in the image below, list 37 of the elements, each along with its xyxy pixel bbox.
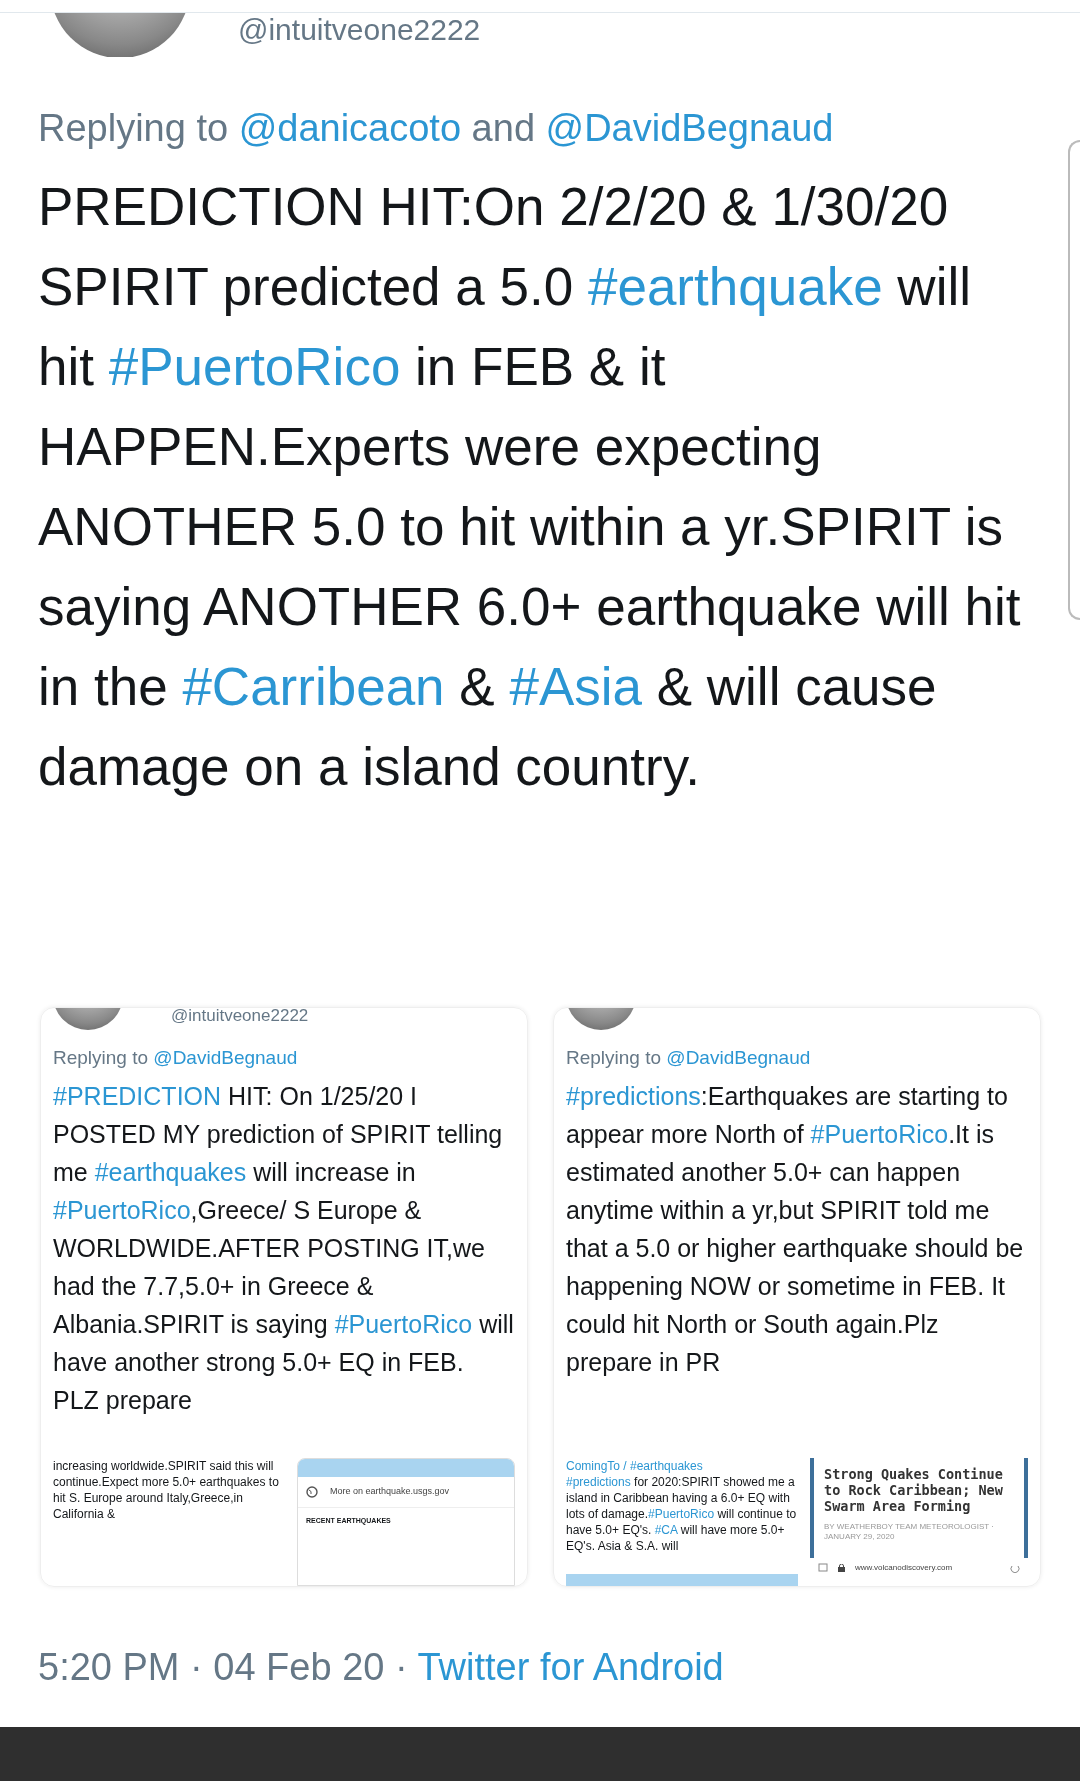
link-text[interactable]: More on earthquake.usgs.gov (330, 1485, 450, 1499)
hashtag-link[interactable]: ComingTo / #earthquakes (566, 1459, 703, 1473)
tweet-text: ComingTo / #earthquakes #predictions for 2020:SPIRIT showed me a island in Caribbean having a 6.0+ EQ with lots of damage.#PuertoRico will continue to have 5.0+ EQ's. #CA will have more 5.0+ EQ's. Asia & S.A. will (566, 1458, 798, 1554)
article-headline: Strong Quakes Continue to Rock Caribbean; New Swarm Area Forming (824, 1466, 1004, 1514)
url-text: www.volcanodiscovery.com (855, 1562, 953, 1574)
article-byline: BY WEATHERBOY TEAM METEOROLOGIST · JANUARY 29, 2020 (824, 1522, 995, 1542)
hashtag-link[interactable]: #PREDICTION (53, 1081, 222, 1110)
tweet-text: PREDICTION HIT:On 2/2/20 & 1/30/20 SPIRIT predicted a 5.0 #earthquake will hit #PuertoRico in FEB & it HAPPEN.Experts were expecting ANOTHER 5.0 to hit within a yr.SPIRIT is saying ANOTHER 6.0+ earthquake will hit in the #Carribean & #Asia & will cause damage on a island country. (37, 176, 1022, 798)
hashtag-link[interactable]: #earthquake (587, 257, 883, 316)
mention-link[interactable]: @DavidBegnaud (666, 1047, 811, 1068)
hashtag-link[interactable]: #PuertoRico (810, 1119, 949, 1148)
hashtag-link[interactable]: #PuertoRico (53, 1195, 191, 1224)
hashtag-link[interactable]: #Asia (509, 657, 642, 716)
hashtag-link[interactable]: #predictions (566, 1475, 631, 1489)
globe-icon (306, 1485, 318, 1499)
hashtag-link[interactable]: #PuertoRico (108, 337, 401, 396)
hashtag-link[interactable]: #CA (654, 1523, 678, 1537)
reply-line: Replying to @DavidBegnaud (566, 1046, 812, 1070)
user-handle: @intuitveone2222 (171, 1008, 309, 1027)
tweet-text: increasing worldwide.SPIRIT said this will continue.Expect more 5.0+ earthquakes to hit S. Europe around Italy,Greece,in California & (53, 1458, 280, 1522)
reply-line: Replying to @DavidBegnaud (53, 1046, 299, 1070)
hashtag-link[interactable]: #Carribean (182, 657, 445, 716)
user-handle: @intuitveone2222 (238, 13, 481, 48)
hashtag-link[interactable]: #predictions (566, 1081, 701, 1110)
reply-line: Replying to @danicacoto and @DavidBegnaud (37, 106, 835, 151)
hashtag-link[interactable]: #PuertoRico (334, 1309, 473, 1338)
hashtag-link[interactable]: #earthquakes (94, 1157, 247, 1186)
tabs-icon[interactable] (818, 1562, 828, 1574)
lock-icon (838, 1562, 845, 1574)
mention-link[interactable]: @DavidBegnaud (153, 1047, 298, 1068)
mention-link[interactable]: @danicacoto (238, 107, 462, 149)
source-link[interactable]: Twitter for Android (417, 1646, 724, 1688)
timestamp-line: 5:20 PM · 04 Feb 20 · Twitter for Android (37, 1645, 725, 1690)
tweet-text: #PREDICTION HIT: On 1/25/20 I POSTED MY prediction of SPIRIT telling me #earthquakes will increase in #PuertoRico,Greece/ S Europe & WORLDWIDE.AFTER POSTING IT,we had the 7.7,5.0+ in Greece & Albania.SPIRIT is saying #PuertoRico will have another strong 5.0+ EQ in FEB. PLZ prepare (53, 1080, 515, 1416)
tweet-text: #predictions:Earthquakes are starting to appear more North of #PuertoRico.It is estimated another 5.0+ can happen anytime within a yr,but SPIRIT told me that a 5.0 or higher earthquake should be happening NOW or sometime in FEB. It could hit North or South again.Plz prepare in PR (566, 1080, 1025, 1378)
mention-link[interactable]: @DavidBegnaud (545, 107, 834, 149)
hashtag-link[interactable]: #PuertoRico (648, 1507, 715, 1521)
